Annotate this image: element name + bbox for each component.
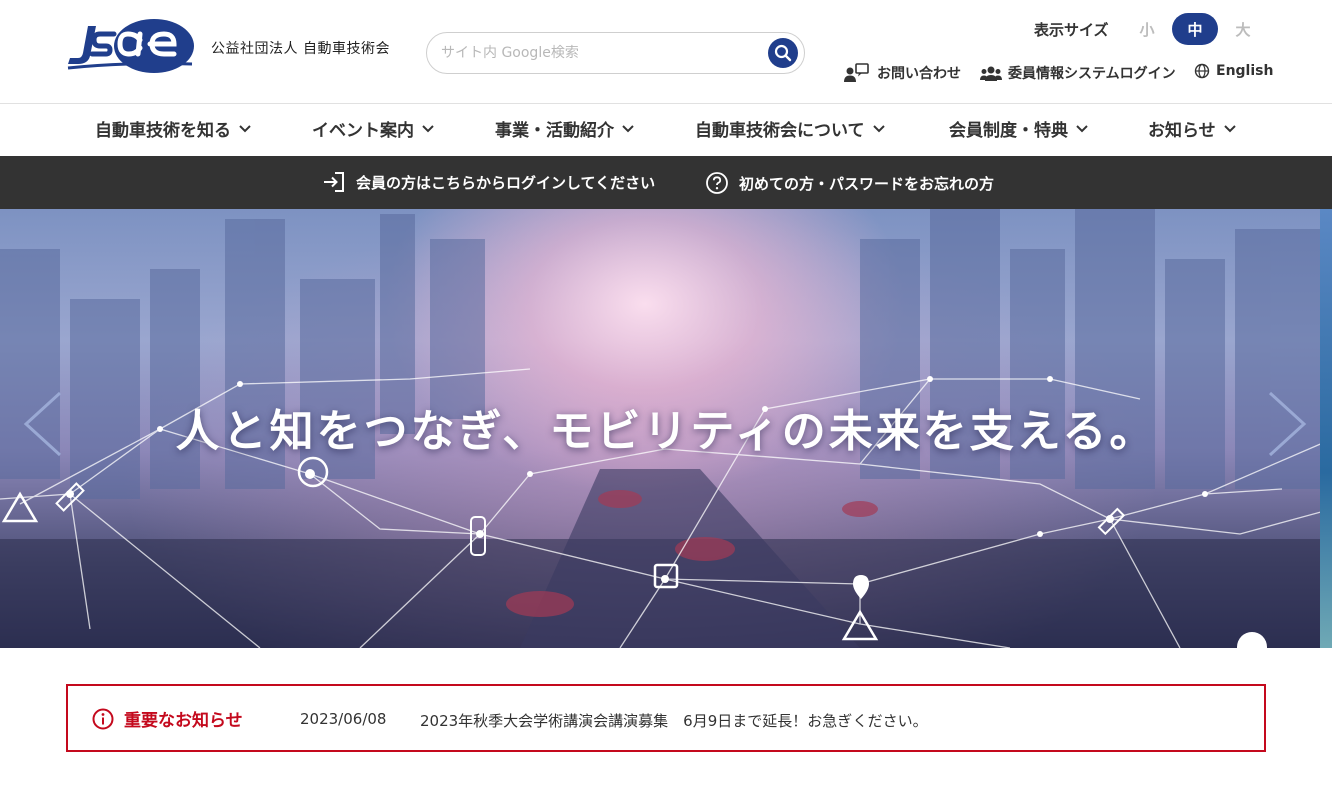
info-circle-icon [92,708,114,729]
nav-item-label: 自動車技術を知る [95,121,231,141]
first-time-link[interactable]: 初めての方・パスワードをお忘れの方 [705,171,994,195]
nav-item-label: 事業・活動紹介 [495,121,614,141]
member-login-label: 会員の方はこちらからログインしてください [356,173,656,192]
important-notice: 重要なお知らせ 2023/06/08 2023年秋季大会学術講演会講演募集 6月… [66,684,1266,752]
question-circle-icon [706,172,728,194]
notice-heading-label: 重要なお知らせ [124,711,243,731]
hero-headline: 人と知をつなぎ、モビリティの未来を支える。 [175,406,1157,457]
contact-label: お問い合わせ [877,66,961,82]
chevron-left-icon [23,391,62,457]
nav-item-label: お知らせ [1148,121,1216,141]
chevron-down-icon [422,124,434,132]
search-input[interactable] [441,41,761,65]
nav-item-membership[interactable]: 会員制度・特典 [949,116,1088,141]
notice-date: 2023/06/08 [300,710,387,728]
english-label: English [1216,63,1274,79]
nav-item-about-jsae[interactable]: 自動車技術会について [695,116,885,141]
carousel-next-button[interactable] [1266,389,1310,459]
nav-item-events[interactable]: イベント案内 [312,116,434,141]
carousel-prev-button[interactable] [20,389,64,459]
notice-link[interactable]: 2023年秋季大会学術講演会講演募集 6月9日まで延長！お急ぎください。 [420,710,928,731]
committee-login-link[interactable]: 委員情報システムログイン [980,63,1176,83]
globe-icon [1194,63,1210,79]
font-size-medium-button[interactable]: 中 [1172,13,1218,45]
font-size-large-button[interactable]: 大 [1220,13,1266,45]
hero-carousel: 人と知をつなぎ、モビリティの未来を支える。 [0,209,1332,648]
nav-item-label: 会員制度・特典 [949,121,1068,141]
font-size-small-button[interactable]: 小 [1124,13,1170,45]
org-name: 公益社団法人 自動車技術会 [211,41,390,57]
nav-item-activities[interactable]: 事業・活動紹介 [495,116,634,141]
contact-link[interactable]: お問い合わせ [843,63,961,83]
chevron-right-icon [1268,391,1307,457]
chevron-down-icon [1076,124,1088,132]
login-icon [324,172,344,192]
member-login-link[interactable]: 会員の方はこちらからログインしてください [322,171,655,193]
member-login-bar: 会員の方はこちらからログインしてください 初めての方・パスワードをお忘れの方 [0,156,1332,209]
font-size-label: 表示サイズ [1034,21,1109,39]
chevron-down-icon [872,124,885,132]
first-time-label: 初めての方・パスワードをお忘れの方 [739,174,995,193]
users-icon [980,66,1002,81]
notice-heading: 重要なお知らせ [92,706,243,731]
site-search [426,32,805,74]
chevron-down-icon [622,124,634,132]
search-button[interactable] [768,38,798,68]
nav-item-about-auto-tech[interactable]: 自動車技術を知る [95,116,251,141]
nav-item-label: イベント案内 [312,121,414,141]
search-icon [774,44,792,62]
page: 公益社団法人 自動車技術会 表示サイズ 小 中 大 お問い合わせ [0,0,1332,785]
main-nav: 自動車技術を知る イベント案内 事業・活動紹介 自動車技術会について 会員制度・… [0,104,1332,156]
nav-item-label: 自動車技術会について [695,121,865,141]
chevron-down-icon [239,124,251,132]
jsae-logo[interactable] [66,18,196,74]
chevron-down-icon [1223,124,1236,132]
english-link[interactable]: English [1194,63,1273,79]
site-header: 公益社団法人 自動車技術会 表示サイズ 小 中 大 お問い合わせ [0,0,1332,104]
committee-login-label: 委員情報システムログイン [1008,66,1176,82]
nav-item-news[interactable]: お知らせ [1148,116,1236,141]
contact-icon [844,63,869,82]
